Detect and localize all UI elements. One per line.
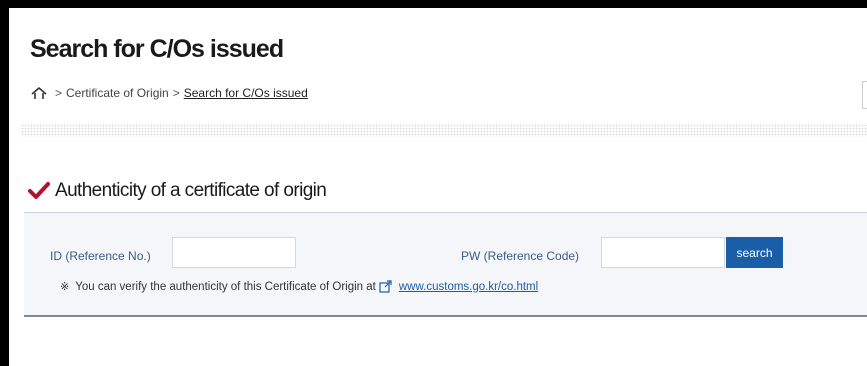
check-icon — [28, 182, 50, 199]
breadcrumb-item-certificate-of-origin[interactable]: Certificate of Origin — [66, 86, 169, 100]
notice: ※ You can verify the authenticity of thi… — [60, 280, 538, 293]
customs-link[interactable]: www.customs.go.kr/co.html — [399, 281, 538, 293]
search-panel: ID (Reference No.) PW (Reference Code) s… — [24, 212, 867, 317]
search-button[interactable]: search — [726, 237, 783, 268]
section-title: Authenticity of a certificate of origin — [55, 180, 327, 201]
right-edge-control[interactable] — [862, 81, 867, 109]
notice-text: You can verify the authenticity of this … — [75, 280, 376, 293]
id-label: ID (Reference No.) — [50, 249, 151, 263]
page-title: Search for C/Os issued — [30, 35, 284, 63]
notice-mark: ※ — [60, 281, 70, 293]
pw-input[interactable] — [601, 237, 725, 268]
home-icon[interactable] — [30, 85, 48, 101]
breadcrumb: > Certificate of Origin > Search for C/O… — [30, 84, 308, 102]
breadcrumb-separator: > — [55, 86, 63, 100]
external-link-icon — [379, 280, 392, 293]
id-input[interactable] — [172, 237, 296, 268]
breadcrumb-separator: > — [172, 86, 180, 100]
section-heading: Authenticity of a certificate of origin — [28, 178, 327, 204]
page: Search for C/Os issued > Certificate of … — [9, 8, 867, 366]
divider — [21, 124, 867, 137]
breadcrumb-item-current[interactable]: Search for C/Os issued — [184, 86, 308, 100]
pw-label: PW (Reference Code) — [461, 249, 580, 263]
